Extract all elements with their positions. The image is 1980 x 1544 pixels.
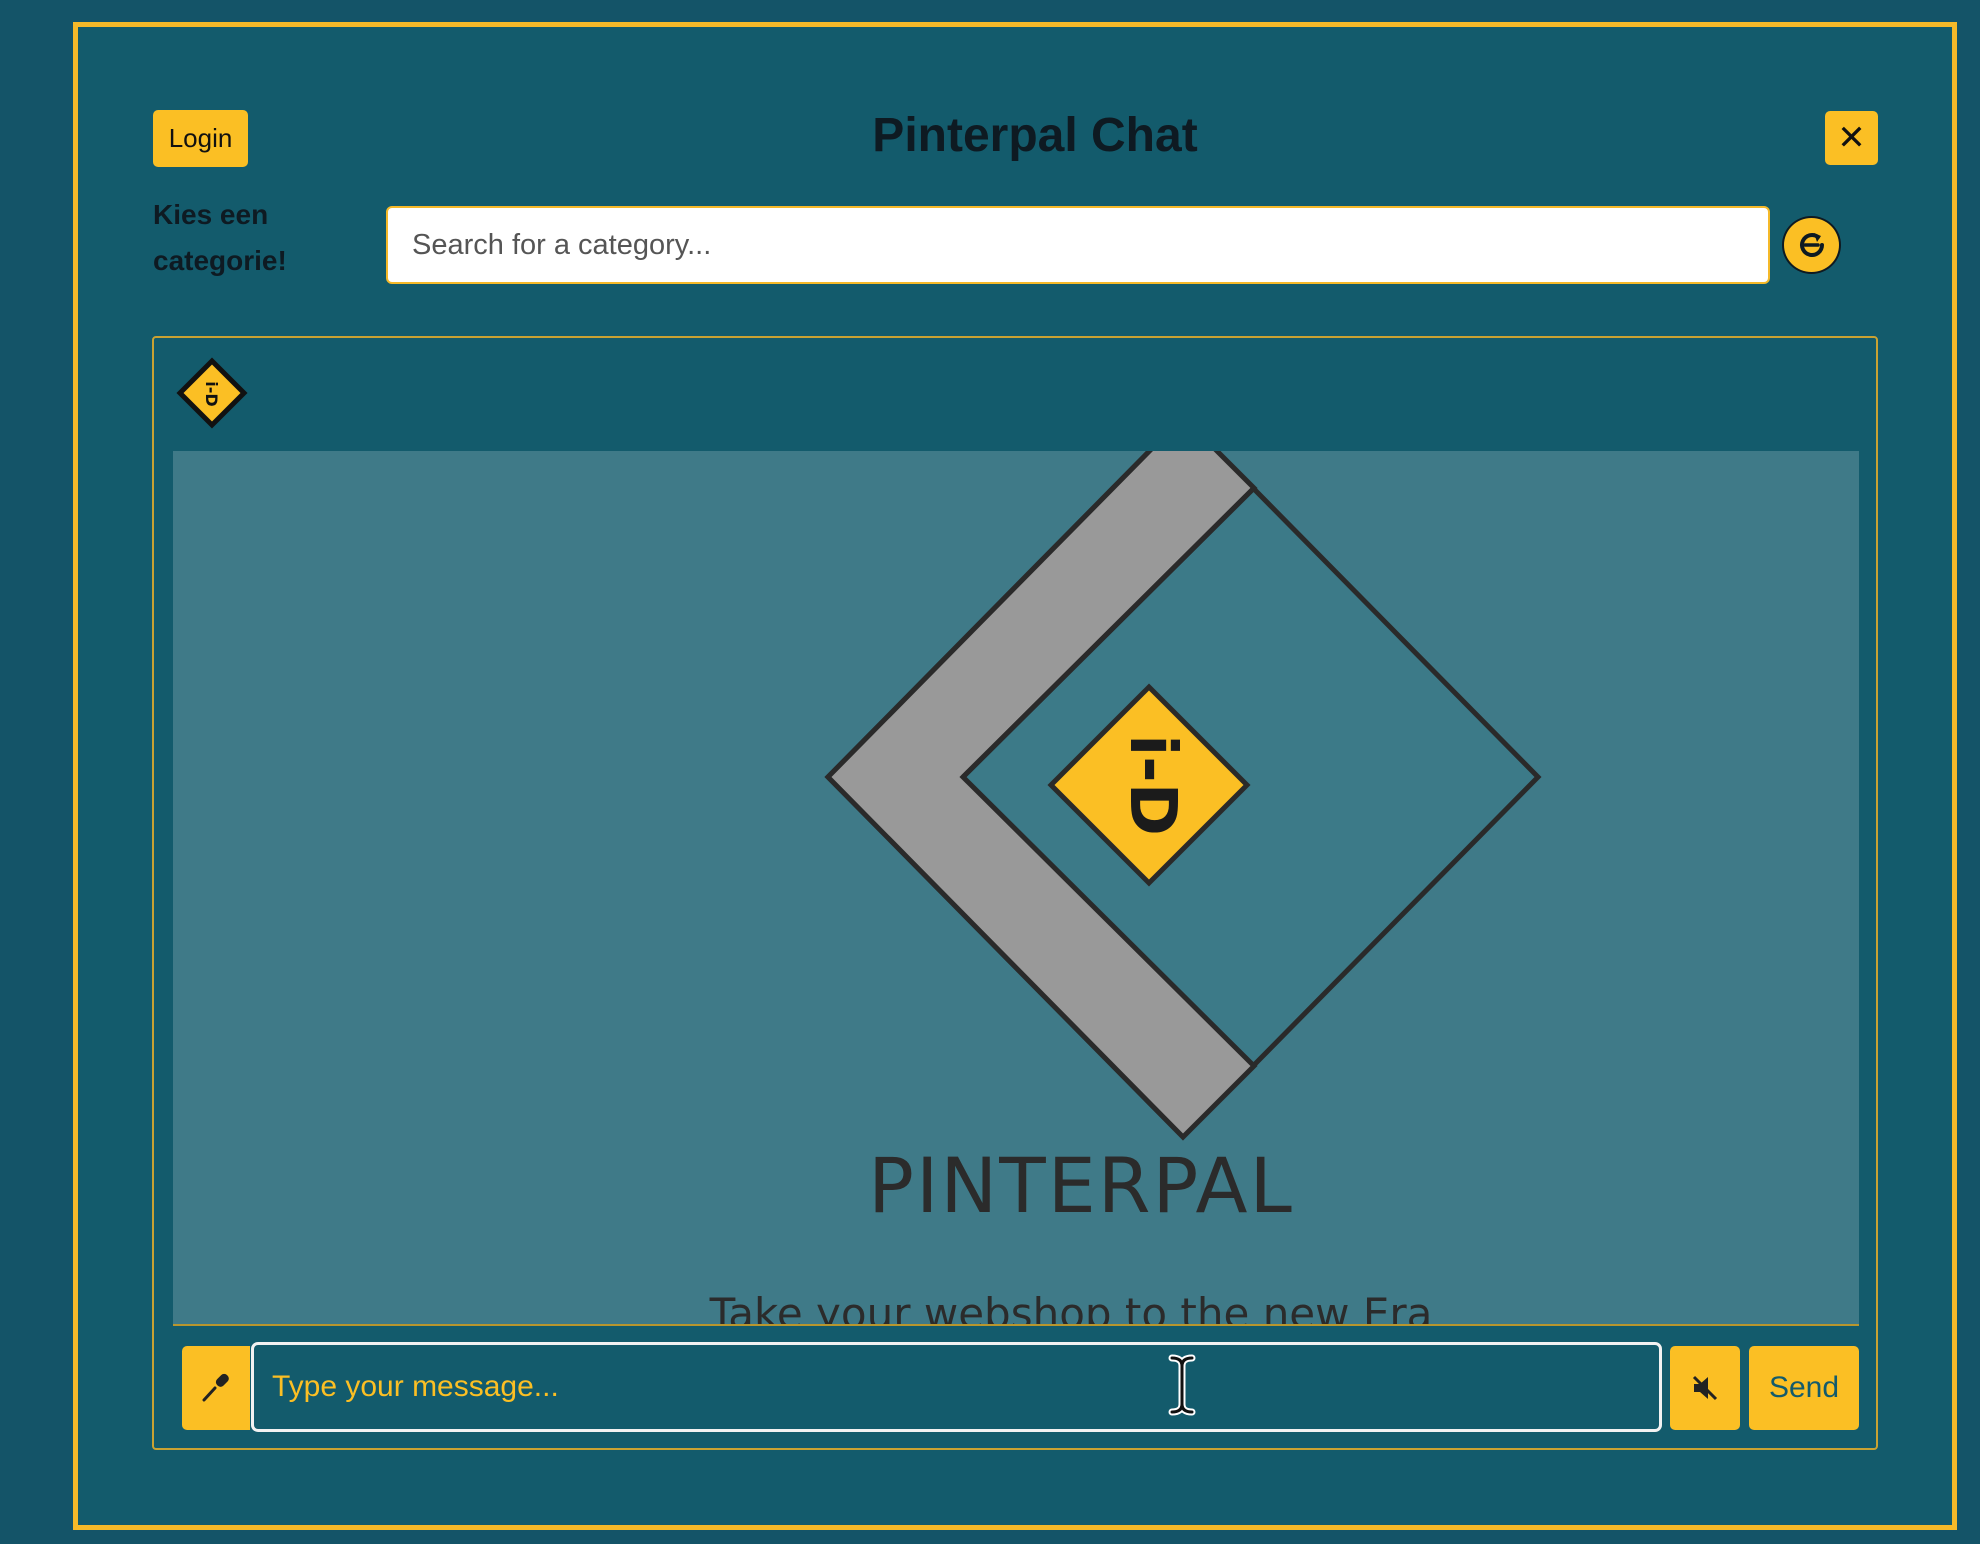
microphone-button[interactable] [182, 1346, 250, 1430]
brand-tagline: Take your webshop to the new Era [709, 1289, 1433, 1324]
page-title: Pinterpal Chat [872, 109, 1198, 162]
refresh-icon [1799, 233, 1824, 257]
category-search-input[interactable] [386, 206, 1770, 284]
send-button[interactable]: Send [1749, 1346, 1859, 1430]
small-logo-mark: i-D [202, 381, 221, 406]
pinterpal-small-logo-icon: i-D [176, 357, 248, 429]
brand-name: PINTERPAL [868, 1141, 1294, 1230]
close-button[interactable]: ✕ [1825, 111, 1878, 165]
welcome-preview: i-D PINTERPAL Take your webshop to the n… [173, 451, 1859, 1324]
speaker-button[interactable] [1670, 1346, 1740, 1430]
refresh-button[interactable] [1782, 216, 1841, 274]
composer-divider [173, 1324, 1859, 1326]
pinterpal-logo-icon: i-D [824, 451, 1542, 1141]
login-button[interactable]: Login [153, 110, 248, 167]
microphone-icon [202, 1373, 229, 1402]
category-label: Kies een categorie! [153, 199, 287, 276]
message-input[interactable] [251, 1342, 1662, 1432]
speaker-icon [1692, 1375, 1718, 1401]
logo-mark-text: i-D [1115, 734, 1189, 836]
